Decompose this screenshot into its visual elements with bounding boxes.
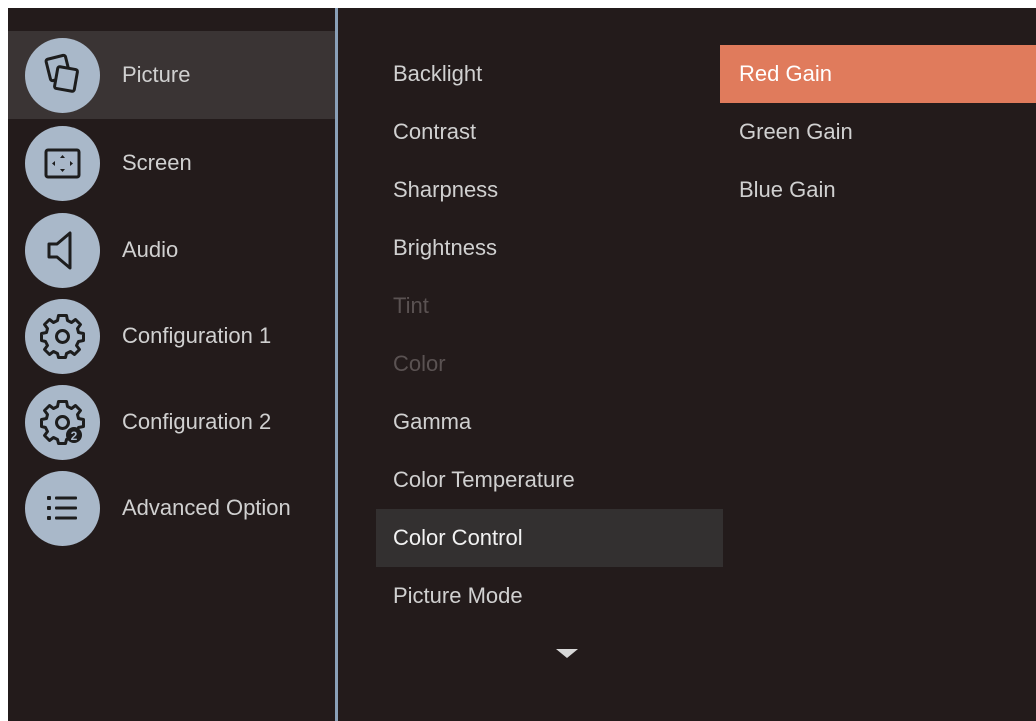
menu-item-label: Red Gain (739, 61, 832, 86)
menu-item-label: Picture Mode (393, 583, 523, 608)
menu-item-sharpness[interactable]: Sharpness (376, 161, 723, 219)
menu-item-picture-mode[interactable]: Picture Mode (376, 567, 723, 625)
menu-item-label: Color (393, 351, 446, 376)
menu-item-label: Color Temperature (393, 467, 575, 492)
menu-item-label: Brightness (393, 235, 497, 260)
chevron-down-icon[interactable] (556, 649, 578, 658)
menu-item-tint: Tint (376, 277, 723, 335)
menu-item-label: Sharpness (393, 177, 499, 202)
sidebar-item-label: Picture (122, 62, 191, 87)
sidebar-item-label: Configuration 1 (122, 323, 272, 348)
menu-item-label: Blue Gain (739, 177, 836, 202)
sidebar-item-audio[interactable]: Audio (8, 206, 335, 294)
menu-item-color-control[interactable]: Color Control (376, 509, 723, 567)
sidebar-item-label: Screen (122, 150, 192, 175)
menu-item-red-gain[interactable]: Red Gain (720, 45, 1036, 103)
column-divider (335, 8, 338, 721)
sidebar-item-label: Configuration 2 (122, 409, 272, 434)
menu-item-label: Color Control (393, 525, 523, 550)
list-icon (25, 471, 100, 546)
menu-item-label: Tint (393, 293, 429, 318)
menu-item-green-gain[interactable]: Green Gain (720, 103, 1036, 161)
svg-text:2: 2 (71, 429, 78, 443)
menu-item-gamma[interactable]: Gamma (376, 393, 723, 451)
picture-icon (25, 38, 100, 113)
speaker-icon (25, 213, 100, 288)
menu-item-backlight[interactable]: Backlight (376, 45, 723, 103)
osd-menu: Picture Screen Audio Configuration 1 2 C… (8, 8, 1036, 721)
sidebar-item-advanced-option[interactable]: Advanced Option (8, 464, 335, 552)
menu-item-label: Contrast (393, 119, 477, 144)
gear-2-icon: 2 (25, 385, 100, 460)
sidebar-item-configuration-1[interactable]: Configuration 1 (8, 292, 335, 380)
menu-item-contrast[interactable]: Contrast (376, 103, 723, 161)
sidebar-item-label: Audio (122, 237, 179, 262)
sidebar-item-picture[interactable]: Picture (8, 31, 335, 119)
sidebar-item-configuration-2[interactable]: 2 Configuration 2 (8, 378, 335, 466)
menu-item-label: Backlight (393, 61, 483, 86)
menu-item-color-temperature[interactable]: Color Temperature (376, 451, 723, 509)
sidebar-item-label: Advanced Option (122, 495, 291, 520)
menu-item-blue-gain[interactable]: Blue Gain (720, 161, 1036, 219)
menu-item-label: Gamma (393, 409, 472, 434)
sidebar-item-screen[interactable]: Screen (8, 119, 335, 207)
menu-item-label: Green Gain (739, 119, 853, 144)
screen-icon (25, 126, 100, 201)
gear-icon (25, 299, 100, 374)
menu-item-color: Color (376, 335, 723, 393)
menu-item-brightness[interactable]: Brightness (376, 219, 723, 277)
